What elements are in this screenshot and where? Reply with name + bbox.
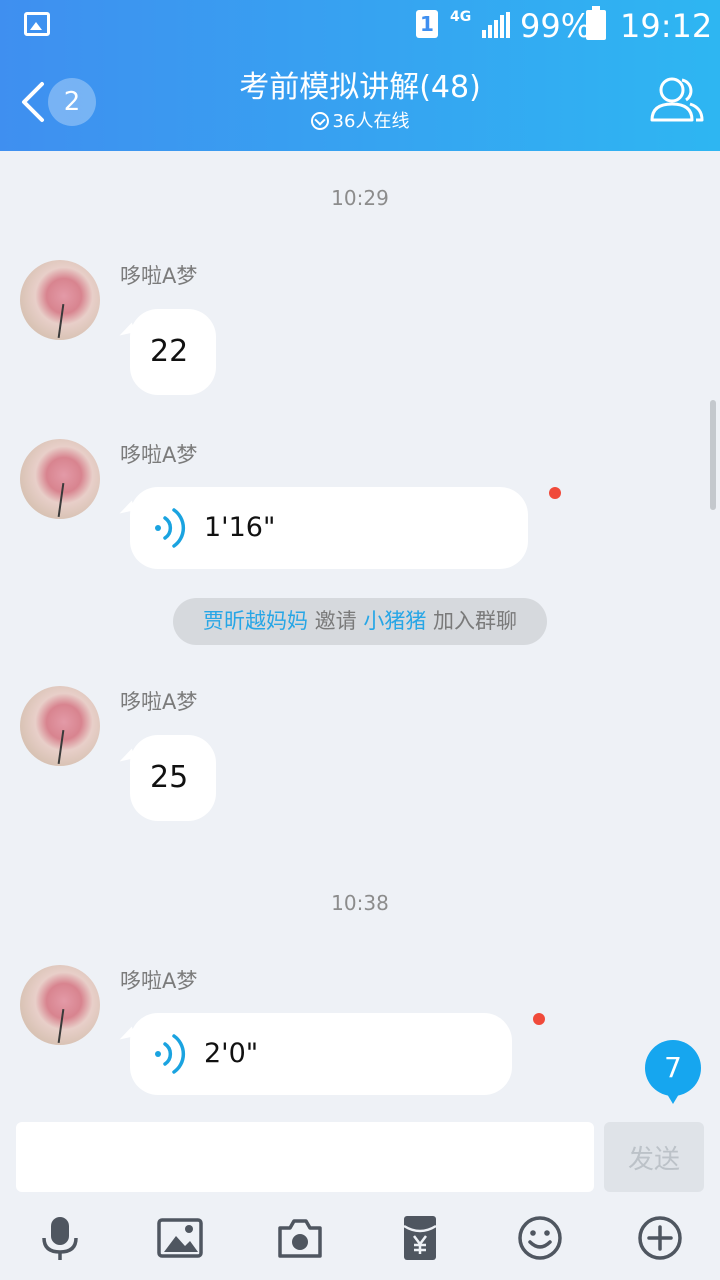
group-members-icon[interactable] <box>646 72 706 128</box>
sender-avatar[interactable] <box>20 686 100 766</box>
chat-header: 1 4G 99% 19:12 2 考前模拟讲解(48) 36人在线 <box>0 0 720 151</box>
online-status[interactable]: 36人在线 <box>240 108 480 136</box>
sender-name: 哆啦A梦 <box>120 969 198 993</box>
voice-wave-icon <box>155 508 186 548</box>
input-area: 发送 <box>0 1104 720 1280</box>
sender-name: 哆啦A梦 <box>120 443 198 467</box>
chat-title[interactable]: 考前模拟讲解(48) <box>140 66 580 110</box>
mic-icon[interactable] <box>36 1214 84 1262</box>
invite-suffix: 加入群聊 <box>433 609 518 633</box>
network-type: 4G <box>450 9 472 25</box>
system-notice: 贾昕越妈妈 邀请 小猪猪 加入群聊 <box>173 598 547 645</box>
message-timestamp: 10:38 <box>331 891 389 915</box>
message-input[interactable] <box>16 1122 594 1192</box>
text-message-bubble[interactable]: 22 <box>130 309 217 395</box>
gallery-notification-icon <box>24 12 50 36</box>
text-message-bubble[interactable]: 25 <box>130 735 217 821</box>
sim-indicator: 1 <box>416 10 438 38</box>
back-arrow-icon <box>22 82 44 122</box>
battery-percent: 99% <box>520 7 592 45</box>
unread-voice-dot <box>549 487 561 499</box>
voice-message-bubble[interactable]: 2'0" <box>130 1013 512 1095</box>
plus-icon[interactable] <box>636 1214 684 1262</box>
emoji-icon[interactable] <box>516 1214 564 1262</box>
invite-verb: 邀请 <box>314 609 357 633</box>
unread-count-badge: 2 <box>48 78 96 126</box>
online-count: 36人在线 <box>332 111 410 132</box>
image-icon[interactable] <box>156 1214 204 1262</box>
sender-avatar[interactable] <box>20 260 100 340</box>
back-button[interactable]: 2 <box>10 72 110 132</box>
voice-wave-icon <box>155 1034 186 1074</box>
scrollbar[interactable] <box>710 400 716 510</box>
sender-avatar[interactable] <box>20 439 100 519</box>
signal-icon <box>482 12 510 38</box>
clock: 19:12 <box>620 7 713 45</box>
unread-voice-dot <box>533 1013 545 1025</box>
invitee-name[interactable]: 小猪猪 <box>363 609 426 633</box>
send-button[interactable]: 发送 <box>604 1122 704 1192</box>
inviter-name[interactable]: 贾昕越妈妈 <box>203 609 308 633</box>
sender-avatar[interactable] <box>20 965 100 1045</box>
voice-message-bubble[interactable]: 1'16" <box>130 487 528 569</box>
chevron-down-icon <box>310 112 329 130</box>
sender-name: 哆啦A梦 <box>120 690 198 714</box>
status-bar: 1 4G 99% 19:12 <box>0 0 720 52</box>
voice-duration: 2'0" <box>204 1038 259 1069</box>
voice-duration: 1'16" <box>204 512 276 543</box>
message-text: 25 <box>150 760 189 795</box>
camera-icon[interactable] <box>276 1214 324 1262</box>
battery-icon <box>586 6 606 40</box>
message-text: 22 <box>150 334 189 369</box>
new-messages-badge[interactable]: 7 <box>645 1040 701 1104</box>
sender-name: 哆啦A梦 <box>120 264 198 288</box>
message-timestamp: 10:29 <box>331 186 389 210</box>
red-packet-icon[interactable] <box>396 1214 444 1262</box>
